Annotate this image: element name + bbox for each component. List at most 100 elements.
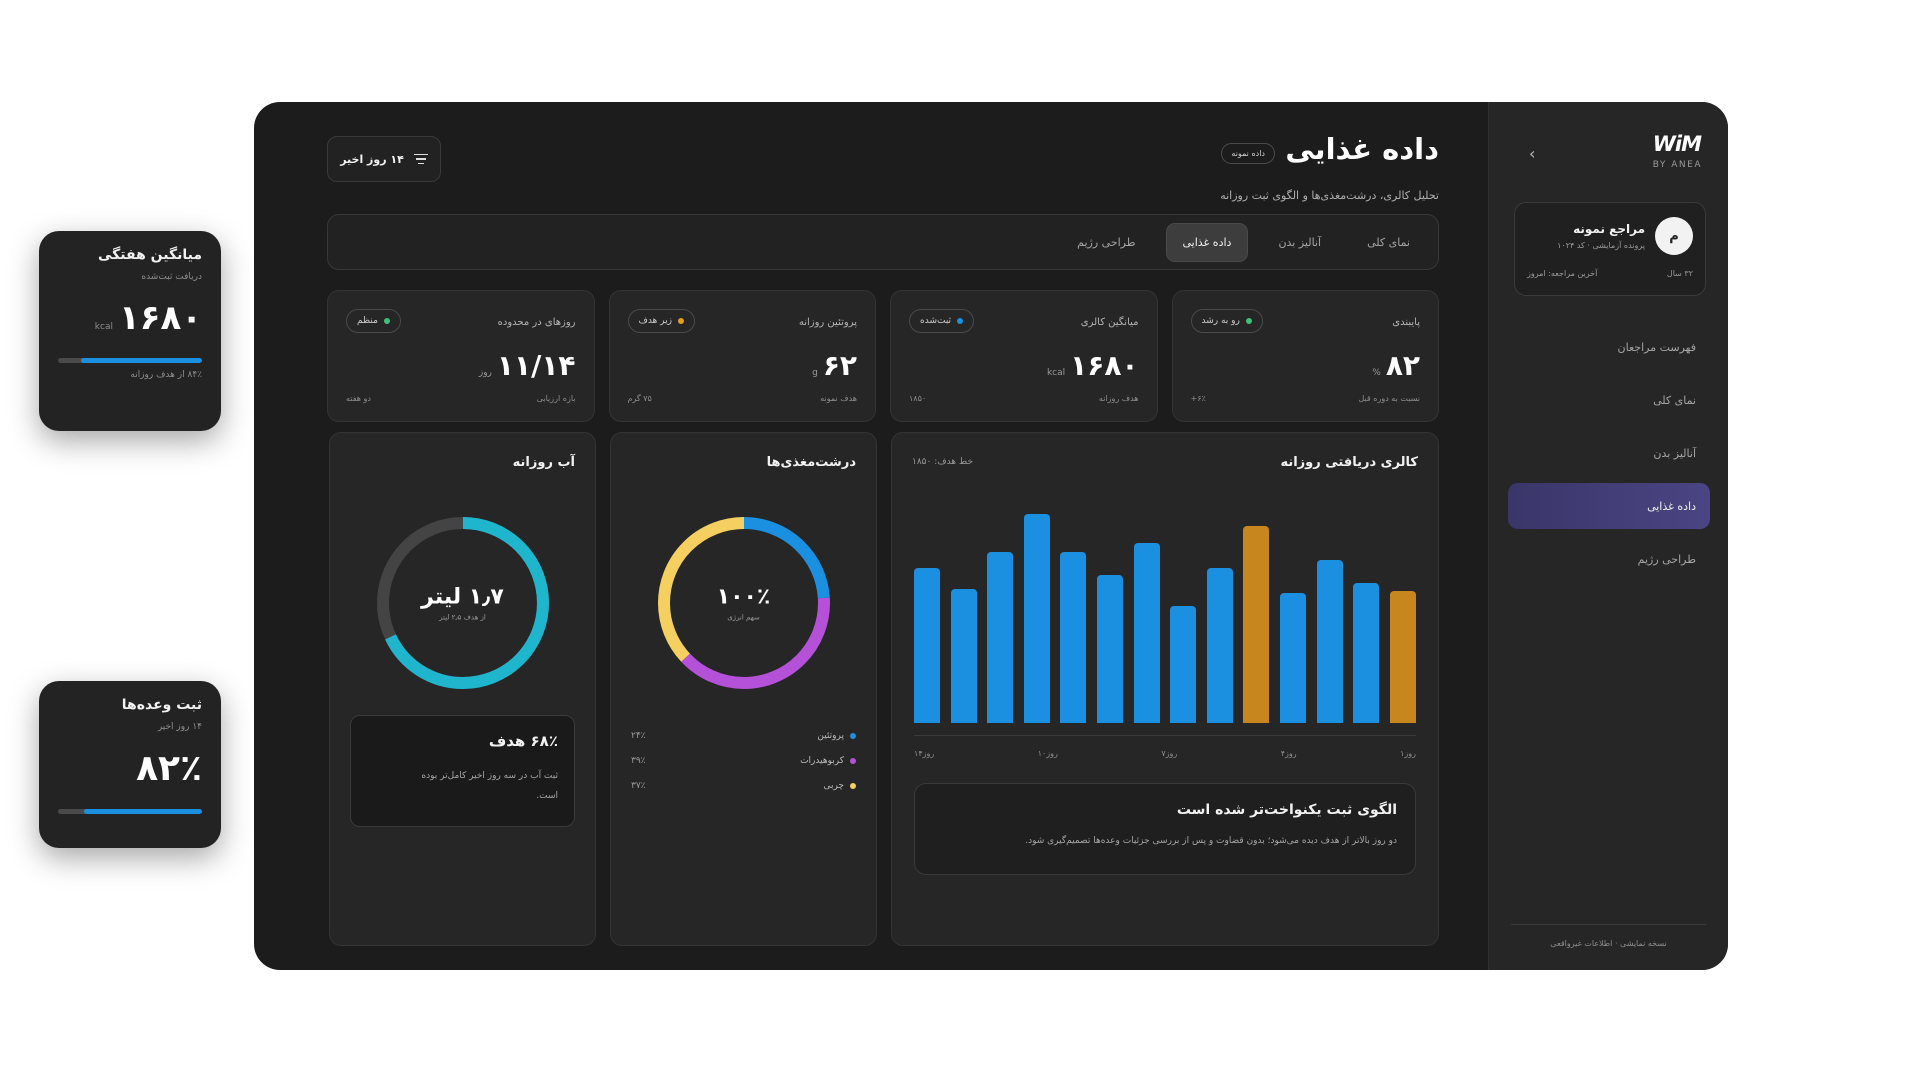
legend-label: چربی xyxy=(823,780,844,791)
calorie-bar-chart xyxy=(914,493,1416,723)
sidebar-item-food-data[interactable]: داده غذایی xyxy=(1508,483,1710,529)
weekly-average-unit: kcal xyxy=(94,322,113,332)
legend-item-carbs: کربوهیدرات ۳۹٪ xyxy=(631,748,856,773)
stat-unit: g xyxy=(812,368,818,378)
sidebar-item-body-analysis[interactable]: آنالیز بدن xyxy=(1508,430,1710,476)
meals-log-title: ثبت وعده‌ها xyxy=(121,697,202,713)
client-card[interactable]: م مراجع نمونه پرونده آزمایشی · کد ۱۰۲۴ ۳… xyxy=(1514,202,1706,296)
stat-card-days-in-range: روزهای در محدوده منظم ۱۱/۱۴ روز بازه ارزی… xyxy=(327,290,595,422)
meals-log-card: ثبت وعده‌ها ۱۴ روز اخیر ۸۲٪ xyxy=(39,681,221,848)
calorie-bar[interactable] xyxy=(1280,593,1307,723)
sidebar-nav: فهرست مراجعان نمای کلی آنالیز بدن داده غ… xyxy=(1508,324,1710,589)
brand-logo: WiM xyxy=(1652,132,1702,156)
weekly-average-note: ۸۴٪ از هدف روزانه xyxy=(130,370,202,380)
x-tick-label: روز۱۰ xyxy=(1037,749,1058,758)
client-name: مراجع نمونه xyxy=(1573,222,1645,236)
calorie-bar[interactable] xyxy=(1206,568,1233,723)
legend-percent: ۲۴٪ xyxy=(631,730,646,741)
panels: کالری دریافتی روزانه خط هدف: ۱۸۵۰ روز۱ ر… xyxy=(327,432,1439,946)
macros-title: درشت‌مغذی‌ها xyxy=(766,455,856,470)
status-badge: ثبت‌شده xyxy=(909,309,975,333)
status-badge: زیر هدف xyxy=(627,309,695,333)
calorie-bar[interactable] xyxy=(1023,513,1050,723)
weekly-average-value: ۱۶۸۰ xyxy=(118,298,203,338)
insight-title: الگوی ثبت یکنواخت‌تر شده است xyxy=(1176,802,1397,818)
calorie-bar[interactable] xyxy=(987,551,1014,723)
meals-log-progress-track xyxy=(58,809,202,814)
water-center-subtitle: از هدف ۲٫۵ لیتر xyxy=(439,613,486,622)
status-badge-label: زیر هدف xyxy=(638,316,672,326)
status-badge: منظم xyxy=(346,309,401,333)
sidebar-item-clients[interactable]: فهرست مراجعان xyxy=(1508,324,1710,370)
legend-dot xyxy=(850,732,856,739)
legend-item-protein: پروتئین ۲۴٪ xyxy=(631,723,856,748)
legend-item-fat: چربی ۳۷٪ xyxy=(631,773,856,798)
calorie-bar[interactable] xyxy=(1316,559,1343,723)
weekly-average-progress-track xyxy=(58,358,202,363)
calorie-bar[interactable] xyxy=(1170,605,1197,723)
date-range-filter-button[interactable]: ۱۴ روز اخیر xyxy=(327,136,441,182)
macros-donut: ۱۰۰٪ سهم انرژی xyxy=(611,513,876,693)
status-dot xyxy=(677,318,684,324)
water-goal-title: ۶۸٪ هدف xyxy=(488,732,558,750)
chevron-right-icon[interactable]: › xyxy=(1529,144,1535,163)
chart-baseline xyxy=(914,735,1416,736)
meals-log-value: ۸۲٪ xyxy=(136,748,203,789)
sidebar: WiM BY ANEA › م مراجع نمونه پرونده آزمای… xyxy=(1488,102,1728,970)
macros-legend: پروتئین ۲۴٪ کربوهیدرات ۳۹٪ چربی ۳۷٪ xyxy=(631,723,856,798)
weekly-average-card: میانگین هفتگی دریافت ثبت‌شده ۱۶۸۰ kcal ۸… xyxy=(39,231,221,431)
client-last-visit: آخرین مراجعه: امروز xyxy=(1527,269,1598,278)
page-subtitle: تحلیل کالری، درشت‌مغذی‌ها و الگوی ثبت رو… xyxy=(1220,189,1439,202)
x-axis-labels: روز۱ روز۴ روز۷ روز۱۰ روز۱۴ xyxy=(914,749,1416,758)
sidebar-footer: نسخه نمایشی · اطلاعات غیرواقعی xyxy=(1511,924,1706,948)
water-goal-text: ثبت آب در سه روز اخیر کامل‌تر بوده است. xyxy=(421,771,558,801)
stat-footnote-value: دو هفته xyxy=(346,394,371,403)
calorie-bar[interactable] xyxy=(1097,574,1124,723)
tab-food-data[interactable]: داده غذایی xyxy=(1165,222,1249,262)
filter-icon xyxy=(413,153,428,165)
page-title: داده غذایی xyxy=(1285,132,1439,166)
calorie-bar[interactable] xyxy=(914,568,940,723)
status-dot xyxy=(957,318,964,324)
calorie-bar[interactable] xyxy=(1389,591,1416,723)
status-badge-label: رو به رشد xyxy=(1201,316,1240,326)
stat-label: پروتئین روزانه xyxy=(798,317,857,328)
stat-footnote-value: ۶٪+ xyxy=(1190,394,1206,403)
stat-value: ۱۶۸۰ xyxy=(1070,349,1139,382)
calorie-chart-panel: کالری دریافتی روزانه خط هدف: ۱۸۵۰ روز۱ ر… xyxy=(891,432,1439,946)
calorie-bar[interactable] xyxy=(1060,551,1087,723)
status-dot xyxy=(1245,318,1252,324)
calorie-chart-title: کالری دریافتی روزانه xyxy=(1280,455,1418,470)
weekly-average-value-row: ۱۶۸۰ kcal xyxy=(58,298,203,338)
status-badge-label: ثبت‌شده xyxy=(920,316,952,326)
macros-panel: درشت‌مغذی‌ها ۱۰۰٪ سهم انرژی پروتئین ۲۴٪ xyxy=(610,432,877,946)
stat-unit: روز xyxy=(478,368,492,378)
tab-diet-design[interactable]: طراحی رژیم xyxy=(1061,224,1151,261)
stat-unit: kcal xyxy=(1046,368,1066,378)
weekly-average-title: میانگین هفتگی xyxy=(97,247,202,263)
sample-data-chip: داده نمونه xyxy=(1221,143,1275,164)
stat-value-row: ۸۲% xyxy=(1372,349,1421,382)
stat-footnote: بازه ارزیابی xyxy=(536,394,576,403)
brand[interactable]: WiM BY ANEA xyxy=(1653,132,1702,170)
calorie-bar[interactable] xyxy=(1353,582,1380,723)
status-badge: رو به رشد xyxy=(1190,309,1263,333)
app-window: WiM BY ANEA › م مراجع نمونه پرونده آزمای… xyxy=(254,102,1728,970)
stat-unit: % xyxy=(1372,368,1381,378)
meals-log-value-row: ۸۲٪ xyxy=(58,748,203,789)
sidebar-item-diet-design[interactable]: طراحی رژیم xyxy=(1508,536,1710,582)
tab-body-analysis[interactable]: آنالیز بدن xyxy=(1262,224,1337,261)
stat-card-protein: پروتئین روزانه زیر هدف ۶۲ g هدف نمونه ۷۵ … xyxy=(608,290,876,422)
sidebar-item-overview[interactable]: نمای کلی xyxy=(1508,377,1710,423)
calorie-bar[interactable] xyxy=(950,589,977,723)
water-ring: ۱٫۷ لیتر از هدف ۲٫۵ لیتر xyxy=(330,513,595,693)
macros-center-subtitle: سهم انرژی xyxy=(727,613,760,622)
calorie-bar[interactable] xyxy=(1243,526,1270,723)
x-tick-label: روز۴ xyxy=(1280,749,1297,758)
tab-overview[interactable]: نمای کلی xyxy=(1351,224,1426,261)
stat-value-row: ۶۲ g xyxy=(812,349,858,382)
calorie-bar[interactable] xyxy=(1133,543,1160,723)
stat-value: ۸۲ xyxy=(1385,349,1421,382)
stat-cards: پایبندی رو به رشد ۸۲% نسبت به دوره قبل ۶… xyxy=(327,290,1439,422)
tab-bar: نمای کلی آنالیز بدن داده غذایی طراحی رژی… xyxy=(327,214,1439,270)
